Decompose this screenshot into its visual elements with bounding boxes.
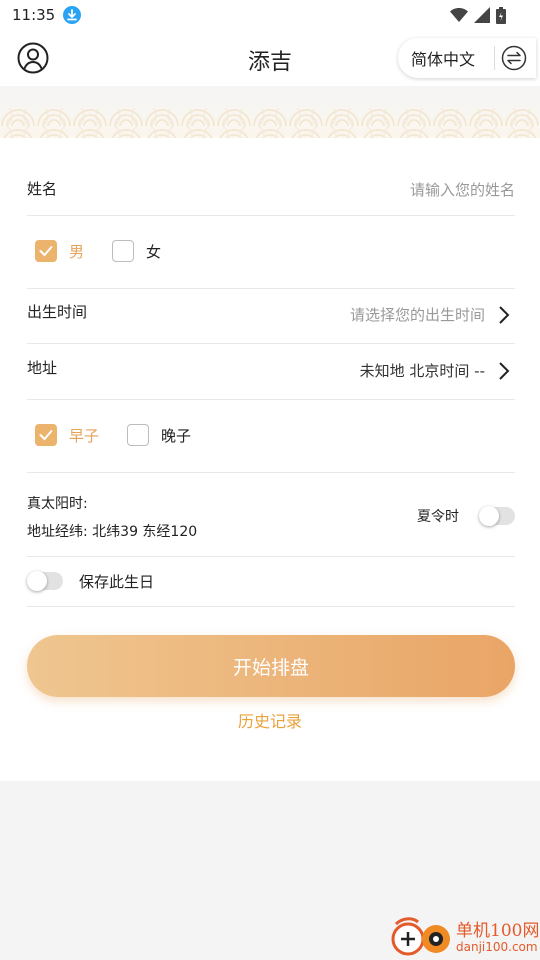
birth-time-label: 出生时间 (27, 303, 88, 321)
early-zi-label: 早子 (69, 426, 100, 445)
dst-label: 夏令时 (417, 509, 459, 525)
wifi-icon (450, 8, 468, 22)
birth-time-row[interactable]: 出生时间 请选择您的出生时间 (27, 289, 515, 344)
save-birthday-row: 保存此生日 (27, 557, 515, 607)
language-divider (494, 46, 495, 70)
birth-info-form: 姓名 请输入您的姓名 男 女 出生时间 请选择您的出生时间 地址 未知地 北京时… (0, 138, 540, 781)
app-header: 添吉 简体中文 (0, 30, 540, 86)
gender-female-label: 女 (146, 242, 162, 261)
status-time: 11:35 (12, 6, 56, 24)
checkbox-empty-icon (112, 240, 134, 262)
check-icon (35, 240, 57, 262)
toggle-knob (27, 571, 47, 591)
coordinates-text: 地址经纬: 北纬39 东经120 (27, 524, 198, 540)
solar-time-label: 真太阳时: (27, 496, 88, 512)
wave-pattern (0, 108, 540, 138)
site-watermark: 单机100网 danji100.com (390, 914, 540, 960)
language-selector[interactable]: 简体中文 (398, 38, 536, 78)
name-row[interactable]: 姓名 请输入您的姓名 (27, 138, 515, 216)
early-zi-option[interactable]: 早子 (35, 424, 99, 446)
gender-male-option[interactable]: 男 (35, 240, 84, 262)
save-birthday-toggle[interactable] (27, 571, 63, 591)
user-profile-button[interactable] (17, 42, 49, 74)
dst-toggle[interactable] (479, 506, 515, 526)
name-label: 姓名 (27, 180, 58, 198)
address-row[interactable]: 地址 未知地 北京时间 -- (27, 344, 515, 400)
user-icon (17, 42, 49, 74)
save-birthday-label: 保存此生日 (79, 573, 155, 591)
name-input[interactable]: 请输入您的姓名 (410, 179, 515, 200)
watermark-title: 单机100网 (456, 921, 540, 941)
download-icon (63, 6, 82, 24)
signal-icon (474, 7, 490, 23)
chevron-right-icon (499, 306, 510, 324)
checkbox-empty-icon (127, 424, 149, 446)
watermark-logo-icon (391, 917, 450, 956)
status-bar: 11:35 (0, 0, 540, 30)
late-zi-label: 晚子 (161, 426, 192, 445)
gender-row: 男 女 (27, 216, 515, 289)
start-chart-button[interactable]: 开始排盘 (27, 635, 515, 697)
battery-icon (496, 6, 506, 24)
check-icon (35, 424, 57, 446)
toggle-knob (479, 506, 499, 526)
zi-hour-row: 早子 晚子 (27, 400, 515, 473)
address-label: 地址 (27, 359, 58, 377)
language-label: 简体中文 (411, 50, 476, 69)
watermark-url: danji100.com (456, 940, 538, 954)
gender-female-option[interactable]: 女 (112, 240, 161, 262)
decorative-wave-band (0, 86, 540, 138)
swap-icon[interactable] (501, 45, 527, 71)
history-link[interactable]: 历史记录 (0, 708, 540, 732)
gender-male-label: 男 (69, 242, 85, 261)
late-zi-option[interactable]: 晚子 (127, 424, 191, 446)
chevron-right-icon (499, 362, 510, 380)
address-value: 未知地 北京时间 -- (359, 362, 485, 380)
solar-time-row: 真太阳时: 地址经纬: 北纬39 东经120 夏令时 (27, 473, 515, 557)
birth-time-value: 请选择您的出生时间 (349, 306, 485, 324)
